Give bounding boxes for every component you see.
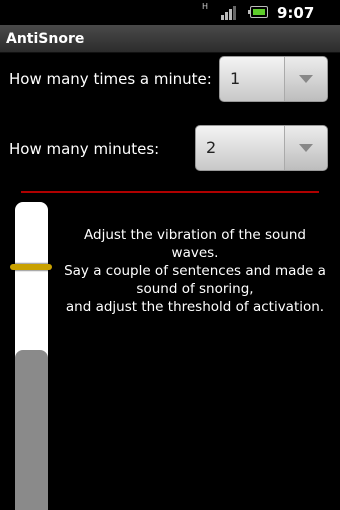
chevron-down-icon[interactable] xyxy=(284,126,327,170)
sound-level-fill xyxy=(15,350,48,510)
instructions-line-1: Adjust the vibration of the sound waves. xyxy=(84,227,306,261)
threshold-handle[interactable] xyxy=(10,264,52,270)
status-bar: H 9:07 am xyxy=(0,0,340,40)
minutes-value: 2 xyxy=(206,138,217,157)
app-title-bar: AntiSnore xyxy=(0,25,340,53)
instructions-line-3: and adjust the threshold of activation. xyxy=(65,299,325,315)
times-per-minute-value: 1 xyxy=(230,69,241,88)
times-per-minute-spinner[interactable]: 1 xyxy=(219,56,328,102)
instructions-text: Adjust the vibration of the sound waves.… xyxy=(60,226,330,316)
app-title: AntiSnore xyxy=(6,31,85,47)
chevron-down-icon[interactable] xyxy=(284,57,327,101)
network-type-icon: H xyxy=(201,2,208,11)
divider-line xyxy=(21,191,319,193)
instructions-line-2: Say a couple of sentences and made a sou… xyxy=(64,263,326,297)
times-per-minute-label: How many times a minute: xyxy=(9,70,212,88)
battery-icon xyxy=(248,6,268,18)
minutes-spinner[interactable]: 2 xyxy=(195,125,328,171)
minutes-label: How many minutes: xyxy=(9,140,160,158)
sound-level-meter xyxy=(15,202,48,510)
signal-strength-icon xyxy=(221,6,239,20)
